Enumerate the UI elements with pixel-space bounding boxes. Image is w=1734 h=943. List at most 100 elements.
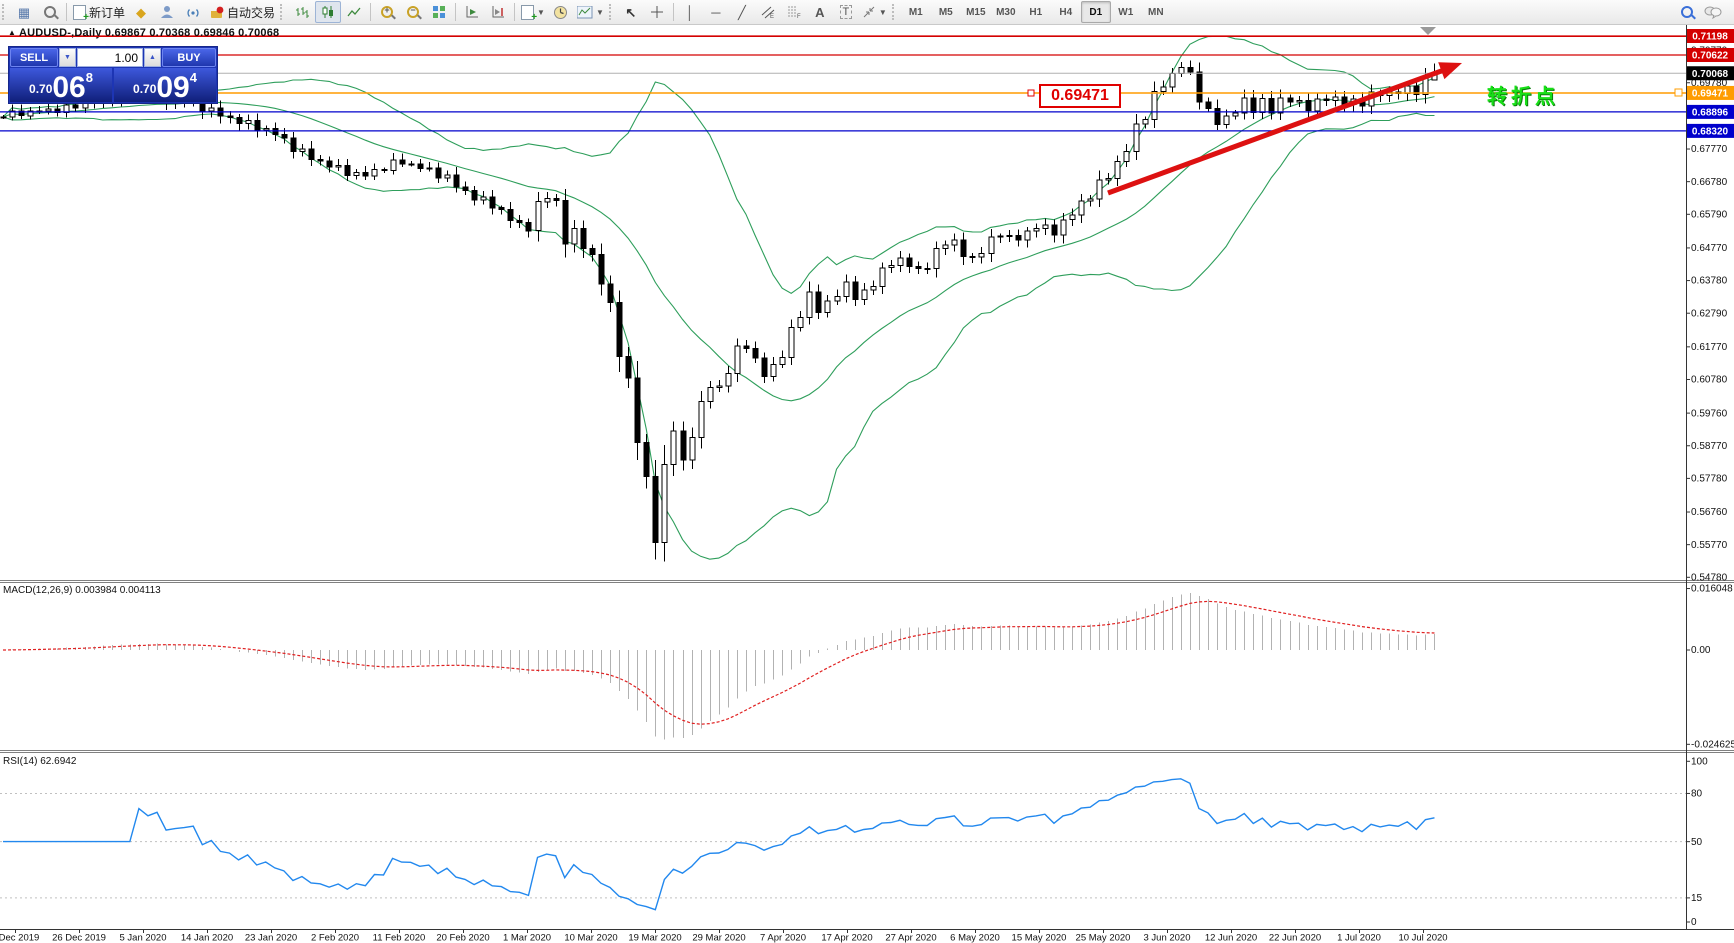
svg-text:10 Jul 2020: 10 Jul 2020	[1398, 933, 1447, 943]
volume-down-button[interactable]: ▼	[59, 48, 76, 67]
svg-text:0.61770: 0.61770	[1691, 342, 1728, 353]
svg-text:14 Jan 2020: 14 Jan 2020	[181, 933, 233, 943]
text-label-button[interactable]: T	[833, 1, 859, 23]
new-order-icon: +	[73, 5, 86, 20]
cursor-button[interactable]: ↖	[618, 1, 644, 23]
trend-arrow	[1108, 62, 1462, 193]
hline-handle	[1675, 89, 1682, 96]
crosshair-button[interactable]	[644, 1, 670, 23]
text-label-icon: T	[840, 5, 853, 19]
sell-button[interactable]: SELL	[10, 48, 58, 67]
search-icon	[1681, 6, 1693, 18]
new-chart-icon: +	[521, 5, 534, 20]
svg-text:17 Apr 2020: 17 Apr 2020	[821, 933, 872, 943]
data-window-button[interactable]	[37, 1, 63, 23]
svg-text:F: F	[797, 14, 801, 19]
chat-button[interactable]	[1700, 1, 1726, 23]
arrows-button[interactable]: ▼	[859, 1, 890, 23]
auto-scroll-icon	[465, 5, 479, 19]
search-button[interactable]	[1674, 1, 1700, 23]
signal-button[interactable]	[180, 1, 206, 23]
price-tag: 0.71198	[1687, 29, 1734, 43]
line-chart-button[interactable]	[341, 1, 367, 23]
new-chart-button[interactable]: +▼	[518, 1, 548, 23]
price-tag: 0.70068	[1687, 66, 1734, 80]
buy-price-big: 09	[156, 75, 189, 101]
sell-price[interactable]: 0.70068	[10, 68, 112, 102]
svg-text:50: 50	[1691, 837, 1703, 848]
fibonacci-button[interactable]: F	[781, 1, 807, 23]
svg-text:15: 15	[1691, 893, 1703, 904]
text-icon: A	[815, 6, 824, 19]
new-order-label: 新订单	[89, 4, 125, 21]
svg-text:100: 100	[1691, 756, 1708, 767]
svg-text:0.70068: 0.70068	[1692, 69, 1729, 80]
timeframe-mn-button[interactable]: MN	[1141, 1, 1171, 23]
trendline-icon: ╱	[738, 6, 746, 19]
volume-up-button[interactable]: ▲	[144, 48, 161, 67]
auto-scroll-button[interactable]	[459, 1, 485, 23]
buy-price-prefix: 0.70	[133, 82, 156, 96]
sell-price-big: 06	[52, 75, 85, 101]
market-watch-button[interactable]: ▦	[11, 1, 37, 23]
timeframe-m15-button[interactable]: M15	[961, 1, 991, 23]
crosshair-icon	[650, 5, 664, 19]
svg-text:7 Apr 2020: 7 Apr 2020	[760, 933, 806, 943]
text-button[interactable]: A	[807, 1, 833, 23]
toolbar: ▦ + 新订单 ◆ 自动交易 + −	[0, 0, 1734, 25]
buy-button[interactable]: BUY	[162, 48, 216, 67]
svg-text:0.57780: 0.57780	[1691, 474, 1728, 485]
trendline-button[interactable]: ╱	[729, 1, 755, 23]
new-order-button[interactable]: + 新订单	[70, 1, 128, 23]
timeframe-h1-button[interactable]: H1	[1021, 1, 1051, 23]
svg-text:20 Feb 2020: 20 Feb 2020	[436, 933, 489, 943]
turning-point-label[interactable]: 转折点	[1487, 80, 1559, 109]
buy-price[interactable]: 0.70094	[114, 68, 216, 102]
market-watch-icon: ▦	[18, 6, 30, 19]
vertical-line-button[interactable]: │	[677, 1, 703, 23]
autotrade-button[interactable]: 自动交易	[206, 1, 278, 23]
timeframe-m1-button[interactable]: M1	[901, 1, 931, 23]
bar-chart-button[interactable]	[289, 1, 315, 23]
chart-title: ▲ AUDUSD-,Daily 0.69867 0.70368 0.69846 …	[8, 27, 279, 39]
volume-input[interactable]: 1.00	[77, 48, 143, 67]
timeframe-m5-button[interactable]: M5	[931, 1, 961, 23]
candlesticks	[1, 61, 1437, 562]
person-icon	[160, 5, 174, 19]
svg-text:0.67770: 0.67770	[1691, 144, 1728, 155]
vertical-line-icon: │	[686, 6, 694, 19]
timeframe-m30-button[interactable]: M30	[991, 1, 1021, 23]
zoom-in-button[interactable]: +	[374, 1, 400, 23]
history-center-button[interactable]: ◆	[128, 1, 154, 23]
svg-text:0.00: 0.00	[1691, 645, 1711, 656]
templates-button[interactable]: ▼	[574, 1, 607, 23]
chart-shift-button[interactable]	[485, 1, 511, 23]
svg-text:0.64770: 0.64770	[1691, 243, 1728, 254]
svg-text:0.65790: 0.65790	[1691, 209, 1728, 220]
svg-text:2 Feb 2020: 2 Feb 2020	[311, 933, 359, 943]
price-callout-box[interactable]: 0.69471	[1039, 84, 1121, 108]
toolbar-grip	[2, 4, 9, 20]
horizontal-line-button[interactable]: ─	[703, 1, 729, 23]
mt4-window: ▦ + 新订单 ◆ 自动交易 + −	[0, 0, 1734, 943]
svg-text:22 Jun 2020: 22 Jun 2020	[1269, 933, 1321, 943]
tile-windows-button[interactable]	[426, 1, 452, 23]
chart-area[interactable]: 0.707700.697800.687900.677700.667800.657…	[0, 0, 1734, 943]
line-chart-icon	[347, 5, 361, 19]
chart-canvas[interactable]: 0.707700.697800.687900.677700.667800.657…	[0, 0, 1734, 943]
chart-ohlc-values: 0.69867 0.70368 0.69846 0.70068	[105, 27, 279, 39]
candlestick-chart-button[interactable]	[315, 1, 341, 23]
callout-handle	[1028, 90, 1034, 96]
macd-indicator-label: MACD(12,26,9) 0.003984 0.004113	[3, 585, 161, 596]
timeframe-d1-button[interactable]: D1	[1081, 1, 1111, 23]
zoom-in-icon: +	[381, 6, 393, 18]
channel-button[interactable]: E	[755, 1, 781, 23]
chevron-down-icon: ▼	[879, 8, 887, 17]
zoom-out-button[interactable]: −	[400, 1, 426, 23]
sell-price-prefix: 0.70	[29, 82, 52, 96]
periods-button[interactable]	[548, 1, 574, 23]
timeframe-w1-button[interactable]: W1	[1111, 1, 1141, 23]
community-button[interactable]	[154, 1, 180, 23]
timeframe-h4-button[interactable]: H4	[1051, 1, 1081, 23]
data-window-icon	[44, 6, 56, 18]
